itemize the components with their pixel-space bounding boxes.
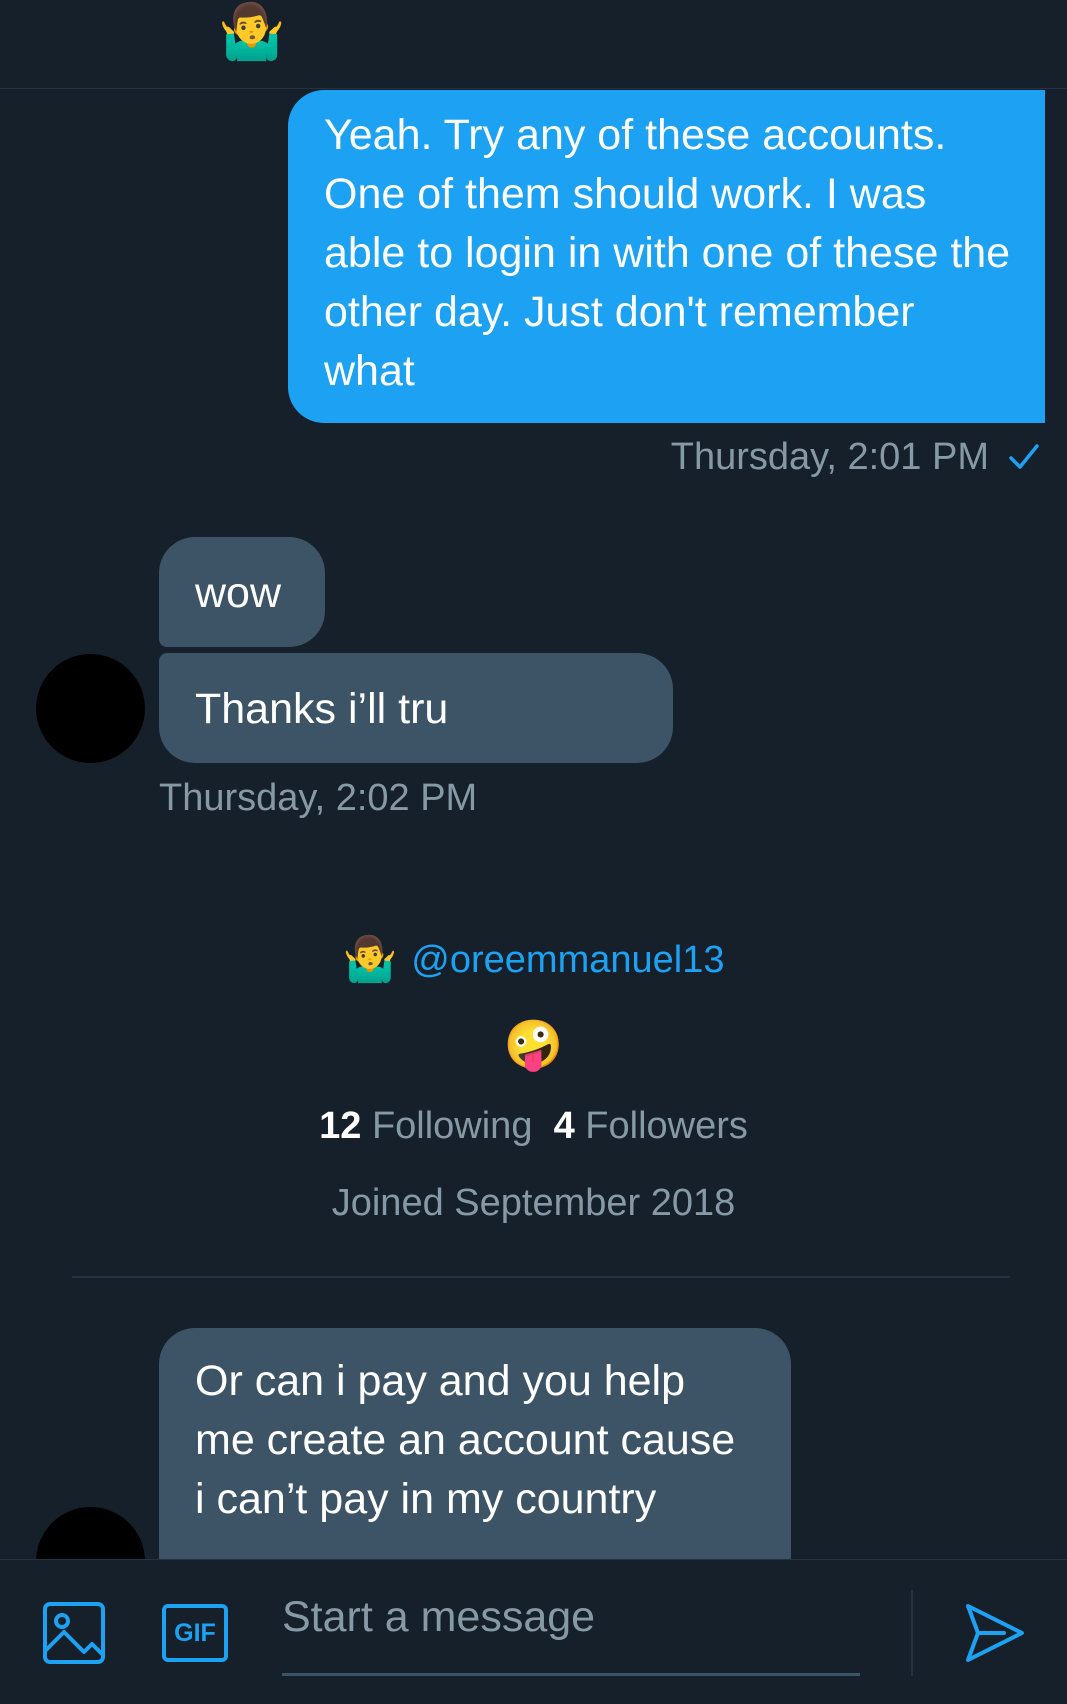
- following-label[interactable]: Following: [372, 1105, 533, 1147]
- outgoing-timestamp: Thursday, 2:01 PM: [670, 436, 989, 478]
- followers-count: 4: [553, 1105, 575, 1147]
- check-icon: [1009, 444, 1039, 469]
- message-input[interactable]: [282, 1586, 860, 1648]
- image-icon[interactable]: [42, 1601, 106, 1665]
- profile-joined-date: Joined September 2018: [331, 1182, 736, 1224]
- profile-handle-link[interactable]: @oreemmanuel13: [411, 939, 724, 982]
- gif-button[interactable]: GIF: [162, 1604, 228, 1662]
- message-composer: GIF: [0, 1559, 1067, 1704]
- input-underline: [282, 1673, 860, 1676]
- followers-label[interactable]: Followers: [585, 1105, 748, 1147]
- sender-avatar[interactable]: [36, 654, 145, 763]
- incoming-message-bubble[interactable]: Thanks i’ll tru: [159, 653, 673, 763]
- shrug-emoji: 🤷‍♂️: [218, 0, 286, 63]
- following-count: 12: [319, 1105, 362, 1147]
- profile-stats: 12 Following 4 Followers: [0, 1101, 1067, 1151]
- conversation-top-strip: 🤷‍♂️: [0, 0, 1067, 89]
- dm-conversation-screen: 🤷‍♂️ Yeah. Try any of these accounts. On…: [0, 0, 1067, 1704]
- outgoing-message-bubble[interactable]: Yeah. Try any of these accounts. One of …: [288, 90, 1045, 423]
- incoming-timestamp: Thursday, 2:02 PM: [159, 777, 478, 819]
- profile-handle-row[interactable]: 🤷‍♂️ @oreemmanuel13: [0, 930, 1067, 990]
- send-icon[interactable]: [964, 1602, 1026, 1664]
- incoming-message-bubble[interactable]: wow: [159, 537, 325, 647]
- divider: [911, 1590, 913, 1676]
- profile-bio-emoji: 🤪: [503, 1017, 564, 1073]
- divider: [72, 1276, 1010, 1278]
- shrug-emoji: 🤷‍♂️: [342, 934, 398, 985]
